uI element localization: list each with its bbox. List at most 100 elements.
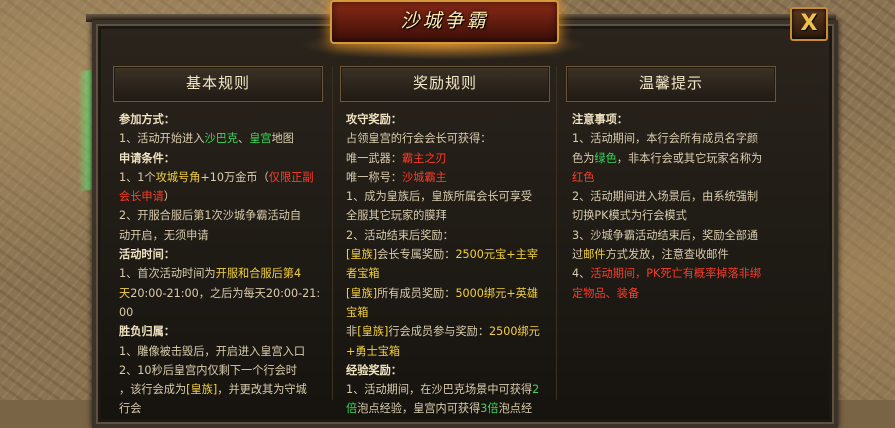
rule-text: 宝箱 — [346, 305, 369, 319]
rule-text: 2、10秒后皇宫内仅剩下一个行会时 — [119, 363, 297, 377]
rule-text: 全服其它玩家的膜拜 — [346, 209, 447, 223]
rule-text: 2500元宝+主宰 — [455, 248, 539, 262]
rule-line: 唯一武器：霸主之刃 — [346, 149, 544, 168]
rule-line: 红色 — [572, 168, 770, 187]
tips-column: 温馨提示 注意事项： 1、活动期间，本行会所有成员名字颜色为绿色，非本行会或其它玩… — [566, 66, 776, 400]
rule-text: 会长申请 — [119, 190, 164, 204]
rule-text: ，该行会成为 — [119, 383, 187, 397]
rule-line: 动开启，无须申请 — [119, 226, 317, 245]
rule-text: 天 — [119, 286, 131, 300]
rule-text: 唯一称号： — [346, 170, 402, 184]
rule-line: 1、活动期间，本行会所有成员名字颜 — [572, 129, 770, 148]
rule-text: +勇士宝箱 — [346, 344, 401, 358]
column-divider — [332, 66, 333, 400]
tips-body: 注意事项： 1、活动期间，本行会所有成员名字颜色为绿色，非本行会或其它玩家名称为红… — [566, 102, 776, 303]
rule-line: 占领皇宫的行会会长可获得： — [346, 129, 544, 148]
rule-line: 2、活动结束后奖励： — [346, 226, 544, 245]
rule-line: 1、活动开始进入沙巴克、皇宫地图 — [119, 129, 317, 148]
rule-line: 1、活动期间，在沙巴克场景中可获得2 — [346, 380, 544, 399]
rule-line: 全服其它玩家的膜拜 — [346, 206, 544, 225]
rule-text: 绿色 — [594, 151, 617, 165]
rule-text: 沙城霸主 — [401, 170, 447, 184]
tips-heading: 温馨提示 — [566, 66, 776, 102]
rule-line: 2、10秒后皇宫内仅剩下一个行会时 — [119, 361, 317, 380]
rule-text: 攻城号角 — [155, 170, 201, 184]
basic-rules-heading: 基本规则 — [113, 66, 323, 102]
rule-line: 宝箱 — [346, 303, 544, 322]
rule-line: 2、开服合服后第1次沙城争霸活动自 — [119, 206, 317, 225]
rule-line: 2、活动期间进入场景后，由系统强制 — [572, 187, 770, 206]
rule-text: 非 — [346, 325, 358, 339]
rule-text: 红色 — [572, 170, 595, 184]
rule-text: 1、活动期间，在沙巴克场景中可获得 — [346, 383, 533, 397]
rule-text: 3、沙城争霸活动结束后，奖励全部通 — [572, 228, 759, 242]
rule-text: 2、开服合服后第1次沙城争霸活动自 — [119, 209, 302, 223]
rule-text: 倍 — [346, 402, 358, 416]
rule-text: [皇族] — [346, 286, 378, 300]
window-title: 沙城争霸 — [400, 10, 489, 32]
rule-text: 皇宫 — [249, 132, 272, 146]
rule-text: 攻守奖励： — [346, 113, 402, 126]
rule-text: 20:00-21:00，之后为每天20:00-21: — [130, 286, 321, 300]
rule-text: 2 — [532, 383, 540, 397]
rule-text: [皇族] — [357, 325, 389, 339]
rule-line: 1、首次活动时间为开服和合服后第4 — [119, 264, 317, 283]
rule-text: 方式发放，注意查收邮件 — [605, 248, 729, 262]
rule-text: 切换PK模式为行会模式 — [572, 209, 687, 223]
close-icon: X — [800, 11, 818, 36]
rule-text: 、 — [238, 132, 250, 146]
rule-text: 经验奖励： — [346, 363, 402, 377]
rule-text: 所有成员奖励： — [377, 286, 456, 300]
rule-line: 胜负归属： — [119, 322, 317, 341]
rule-text: 1、活动期间，本行会所有成员名字颜 — [572, 132, 759, 146]
rule-line: 会长申请） — [119, 187, 317, 206]
rule-line: 切换PK模式为行会模式 — [572, 206, 770, 225]
rule-line: 注意事项： — [572, 110, 770, 129]
rule-line: 1、1个攻城号角+10万金币（仅限正副 — [119, 168, 317, 187]
close-button[interactable]: X — [790, 7, 828, 41]
rule-text: 开服和合服后第4 — [215, 267, 302, 281]
rule-text: 申请条件： — [119, 151, 175, 165]
rule-text: 过 — [572, 248, 584, 262]
rule-line: 活动时间： — [119, 245, 317, 264]
rule-text: 2、活动期间进入场景后，由系统强制 — [572, 190, 759, 204]
rule-text: 1、首次活动时间为 — [119, 267, 216, 281]
rule-text: ） — [163, 190, 175, 204]
rule-text: 泡点经验，皇宫内可获得 — [357, 402, 481, 416]
rule-text: [皇族] — [186, 383, 218, 397]
rule-line: [皇族]会长专属奖励：2500元宝+主宰 — [346, 245, 544, 264]
rule-text: 3倍 — [480, 402, 499, 416]
rule-text: 沙巴克 — [204, 132, 239, 146]
rule-text: 5000绑元+英雄 — [455, 286, 539, 300]
rule-text: 00 — [119, 305, 134, 319]
rule-line: 攻守奖励： — [346, 110, 544, 129]
rule-text: 动开启，无须申请 — [119, 228, 209, 242]
rule-text: 霸主之刃 — [401, 151, 447, 165]
reward-rules-body: 攻守奖励： 占领皇宫的行会会长可获得： 唯一武器：霸主之刃 唯一称号：沙城霸主 1、成为… — [340, 102, 550, 419]
rule-text: 4、 — [572, 267, 591, 281]
rule-text: 2500绑元 — [489, 325, 540, 339]
rule-text: 仅限正副 — [268, 170, 314, 184]
reward-rules-heading: 奖励规则 — [340, 66, 550, 102]
column-divider — [556, 66, 557, 400]
rule-line: 经验奖励： — [346, 361, 544, 380]
rule-line: 唯一称号：沙城霸主 — [346, 168, 544, 187]
rule-text: 行会成员参与奖励： — [388, 325, 490, 339]
basic-rules-body: 参加方式： 1、活动开始进入沙巴克、皇宫地图 申请条件： 1、1个攻城号角+10万金币… — [113, 102, 323, 419]
rule-text: ，非本行会或其它玩家名称为 — [616, 151, 763, 165]
rule-text: 活动期间，PK死亡有概率掉落非绑 — [590, 267, 762, 281]
rule-line: 色为绿色，非本行会或其它玩家名称为 — [572, 149, 770, 168]
rule-text: 1、1个 — [119, 170, 156, 184]
rule-text: 活动时间： — [119, 248, 175, 262]
rule-text: [皇族] — [346, 248, 378, 262]
rule-line: +勇士宝箱 — [346, 342, 544, 361]
rule-text: 注意事项： — [572, 113, 628, 126]
rule-text: 者宝箱 — [346, 267, 380, 281]
rule-text: 1、雕像被击毁后，开启进入皇宫入口 — [119, 344, 306, 358]
rule-line: 定物品、装备 — [572, 284, 770, 303]
rule-text: 1、成为皇族后，皇族所属会长可享受 — [346, 190, 533, 204]
rule-text: 1、活动开始进入 — [119, 132, 205, 146]
rule-text: 胜负归属： — [119, 325, 175, 339]
rule-text: 邮件 — [583, 248, 606, 262]
rule-text: 行会 — [119, 402, 142, 416]
